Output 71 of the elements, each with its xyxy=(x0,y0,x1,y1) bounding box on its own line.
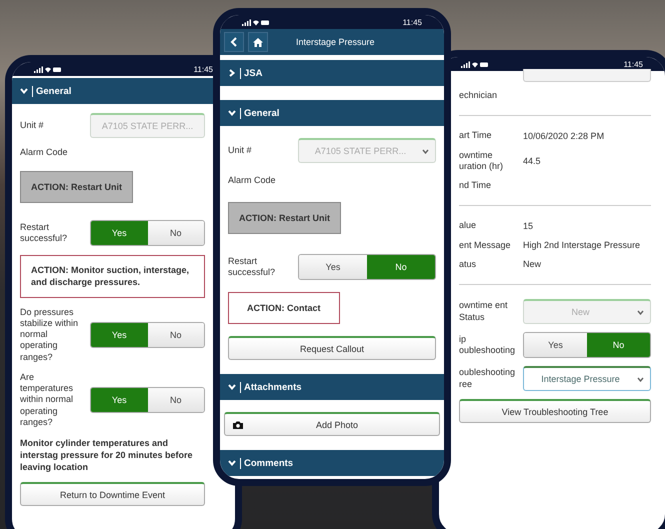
status-time: 11:45 xyxy=(624,60,643,68)
toggle-option[interactable]: No xyxy=(148,221,204,246)
toggle-option[interactable]: Yes xyxy=(524,333,587,357)
back-button[interactable] xyxy=(224,32,244,52)
select-field[interactable]: Interstage Pressure xyxy=(523,366,651,391)
toggle-option[interactable]: No xyxy=(587,333,650,357)
section-header[interactable]: General xyxy=(220,98,444,126)
toggle-option[interactable]: No xyxy=(148,388,204,412)
select-field[interactable] xyxy=(523,69,651,82)
signal-wifi-battery-icon xyxy=(461,60,489,68)
instruction-text: Monitor cylinder temperatures and interstag pressure for 20 minutes before leaving location xyxy=(20,437,194,474)
status-time: 11:45 xyxy=(402,18,422,26)
home-button[interactable] xyxy=(248,32,268,52)
field-value: 44.5 xyxy=(523,156,541,166)
action-button[interactable]: View Troubleshooting Tree xyxy=(459,399,651,423)
field-label: alue xyxy=(459,220,478,232)
section-title: Attachments xyxy=(240,382,302,393)
field-label: echnician xyxy=(459,90,498,102)
add-photo-button[interactable]: Add Photo xyxy=(224,412,440,436)
question-label: Restart successful? xyxy=(228,256,276,278)
field-value: High 2nd Interstage Pressure xyxy=(523,240,640,250)
action-button[interactable]: Return to Downtime Event xyxy=(20,482,205,506)
toggle-option[interactable]: No xyxy=(367,255,435,280)
section-header[interactable]: JSA xyxy=(220,58,444,86)
toggle-option[interactable]: Yes xyxy=(91,322,148,347)
action-button[interactable]: ACTION: Restart Unit xyxy=(20,171,134,204)
chevron-down-icon xyxy=(20,87,28,95)
section-title: Comments xyxy=(240,458,294,469)
chevron-right-icon xyxy=(228,69,236,77)
toggle-option[interactable]: Yes xyxy=(299,255,367,280)
question-label: Are temperatures within normal operating ranges? xyxy=(20,372,74,428)
screen-title: Interstage Pressure xyxy=(296,37,375,47)
field-label: owntime ent Status xyxy=(459,300,509,323)
question-label: ip oubleshooting xyxy=(459,334,516,356)
field-label: Alarm Code xyxy=(228,175,277,186)
signal-wifi-battery-icon xyxy=(34,66,62,72)
question-label: Do pressures stabilize within normal operating ranges? xyxy=(20,306,80,363)
field-label: oubleshooting ree xyxy=(459,367,516,390)
status-time: 11:45 xyxy=(194,64,213,74)
signal-wifi-battery-icon xyxy=(242,18,270,26)
action-button[interactable]: Request Callout xyxy=(228,336,436,360)
action-button[interactable]: ACTION: Restart Unit xyxy=(228,202,342,234)
field-label: atus xyxy=(459,258,478,270)
chevron-down-icon xyxy=(228,383,236,392)
section-header[interactable]: General xyxy=(12,76,213,104)
field-label: Unit # xyxy=(228,144,253,156)
section-title: General xyxy=(32,86,72,96)
back-icon xyxy=(230,37,238,47)
toggle-option[interactable]: Yes xyxy=(91,388,148,412)
field-label: owntime uration (hr) xyxy=(459,150,504,172)
section-title: JSA xyxy=(240,68,262,78)
home-icon xyxy=(253,38,263,46)
field-value: 10/06/2020 2:28 PM xyxy=(523,130,604,141)
camera-icon xyxy=(233,420,243,429)
section-header[interactable]: Attachments xyxy=(220,372,444,400)
field-label: Unit # xyxy=(20,120,45,132)
action-notice: ACTION: Monitor suction, interstage, and discharge pressures. xyxy=(20,255,205,298)
toggle-option[interactable]: No xyxy=(148,322,204,347)
field-label: art Time xyxy=(459,130,493,142)
field-label: Alarm Code xyxy=(20,147,69,158)
field-value: 15 xyxy=(523,220,534,231)
field-label: nd Time xyxy=(459,180,492,192)
section-title: General xyxy=(240,108,280,118)
field-value: New xyxy=(523,259,542,270)
chevron-down-icon xyxy=(228,459,236,468)
action-notice: ACTION: Contact xyxy=(228,292,340,324)
toggle-option[interactable]: Yes xyxy=(91,221,148,246)
field-label: ent Message xyxy=(459,240,512,251)
chevron-down-icon xyxy=(228,109,236,117)
section-header[interactable]: Comments xyxy=(220,448,444,476)
question-label: Restart successful? xyxy=(20,222,68,244)
